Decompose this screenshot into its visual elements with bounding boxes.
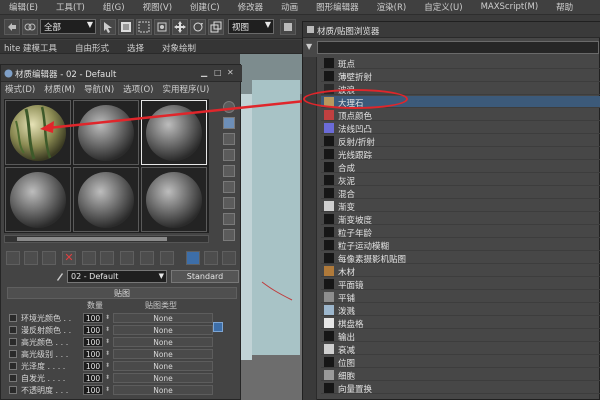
map-swatch-icon bbox=[324, 292, 334, 302]
map-list-item[interactable]: 棋盘格 bbox=[321, 317, 600, 330]
map-list-item[interactable]: 灰泥 bbox=[321, 174, 600, 187]
map-list-item[interactable]: 反射/折射 bbox=[321, 135, 600, 148]
browser-title: 材质/贴图浏览器 bbox=[317, 27, 380, 37]
map-list-label: 合成 bbox=[338, 164, 356, 174]
map-list-item[interactable]: 法线凹凸 bbox=[321, 122, 600, 135]
map-list-item[interactable]: 细胞 bbox=[321, 369, 600, 382]
map-list-label: 薄壁折射 bbox=[338, 73, 373, 83]
map-list-label: 平面镜 bbox=[338, 281, 364, 291]
marble-highlight-circle bbox=[303, 89, 408, 109]
map-swatch-icon bbox=[324, 305, 334, 315]
map-list-item[interactable]: 平面镜 bbox=[321, 278, 600, 291]
map-list-label: 位图 bbox=[338, 359, 356, 369]
collapse-icon[interactable]: ▼ bbox=[306, 42, 312, 51]
map-swatch-icon bbox=[324, 58, 334, 68]
map-list-label: 反射/折射 bbox=[338, 138, 375, 148]
map-swatch-icon bbox=[324, 188, 334, 198]
map-swatch-icon bbox=[324, 240, 334, 250]
map-swatch-icon bbox=[324, 266, 334, 276]
map-list-label: 衰减 bbox=[338, 346, 356, 356]
map-swatch-icon bbox=[324, 331, 334, 341]
map-list-label: 光线跟踪 bbox=[338, 151, 373, 161]
map-swatch-icon bbox=[324, 318, 334, 328]
map-swatch-icon bbox=[324, 136, 334, 146]
map-swatch-icon bbox=[324, 162, 334, 172]
map-swatch-icon bbox=[324, 110, 334, 120]
map-list-label: 渐变坡度 bbox=[338, 216, 373, 226]
map-list-label: 向量置换 bbox=[338, 385, 373, 395]
map-list-label: 法线凹凸 bbox=[338, 125, 373, 135]
map-list-item[interactable]: 渐变坡度 bbox=[321, 213, 600, 226]
map-list-item[interactable]: 光线跟踪 bbox=[321, 148, 600, 161]
map-swatch-icon bbox=[324, 227, 334, 237]
browser-icon bbox=[307, 26, 314, 33]
map-swatch-icon bbox=[324, 344, 334, 354]
map-swatch-icon bbox=[324, 357, 334, 367]
map-list-item[interactable]: 粒子运动模糊 bbox=[321, 239, 600, 252]
map-list-label: 粒子年龄 bbox=[338, 229, 373, 239]
material-map-browser: 材质/贴图浏览器 ▼ 斑点 薄壁折射 波浪 大理石 顶点颜色 法线凹凸 反射/折射 光线跟踪合… bbox=[302, 21, 600, 400]
map-swatch-icon bbox=[324, 71, 334, 81]
map-swatch-icon bbox=[324, 149, 334, 159]
map-list-item[interactable]: 渐变 bbox=[321, 200, 600, 213]
map-list-item[interactable]: 平铺 bbox=[321, 291, 600, 304]
map-swatch-icon bbox=[324, 253, 334, 263]
map-list-label: 平铺 bbox=[338, 294, 356, 304]
browser-search-input[interactable] bbox=[317, 41, 599, 54]
map-list-label: 输出 bbox=[338, 333, 356, 343]
map-list-label: 混合 bbox=[338, 190, 356, 200]
map-list-label: 棋盘格 bbox=[338, 320, 364, 330]
map-swatch-icon bbox=[324, 201, 334, 211]
map-list-item[interactable]: 衰减 bbox=[321, 343, 600, 356]
map-list-label: 木材 bbox=[338, 268, 356, 278]
map-swatch-icon bbox=[324, 383, 334, 393]
map-list-item[interactable]: 顶点颜色 bbox=[321, 109, 600, 122]
map-swatch-icon bbox=[324, 214, 334, 224]
browser-titlebar[interactable]: 材质/贴图浏览器 bbox=[303, 22, 600, 38]
map-list-item[interactable]: 混合 bbox=[321, 187, 600, 200]
map-list-item[interactable]: 薄壁折射 bbox=[321, 70, 600, 83]
map-swatch-icon bbox=[324, 279, 334, 289]
map-list-label: 斑点 bbox=[338, 60, 356, 70]
map-list-label: 每像素摄影机贴图 bbox=[338, 255, 407, 265]
map-list-item[interactable]: 木材 bbox=[321, 265, 600, 278]
map-list-label: 粒子运动模糊 bbox=[338, 242, 390, 252]
map-list-item[interactable]: 向量置换 bbox=[321, 382, 600, 395]
map-list-item[interactable]: 每像素摄影机贴图 bbox=[321, 252, 600, 265]
map-list-item[interactable]: 位图 bbox=[321, 356, 600, 369]
map-swatch-icon bbox=[324, 123, 334, 133]
map-list-item[interactable]: 泼溅 bbox=[321, 304, 600, 317]
map-list-label: 顶点颜色 bbox=[338, 112, 373, 122]
map-list-item[interactable]: 合成 bbox=[321, 161, 600, 174]
map-list-item[interactable]: 粒子年龄 bbox=[321, 226, 600, 239]
map-list-label: 渐变 bbox=[338, 203, 356, 213]
map-swatch-icon bbox=[324, 175, 334, 185]
browser-left-rail bbox=[303, 57, 317, 400]
map-swatch-icon bbox=[324, 370, 334, 380]
map-list-label: 细胞 bbox=[338, 372, 356, 382]
map-list-label: 灰泥 bbox=[338, 177, 356, 187]
map-list-label: 泼溅 bbox=[338, 307, 356, 317]
map-list-item[interactable]: 斑点 bbox=[321, 57, 600, 70]
map-list-item[interactable]: 输出 bbox=[321, 330, 600, 343]
